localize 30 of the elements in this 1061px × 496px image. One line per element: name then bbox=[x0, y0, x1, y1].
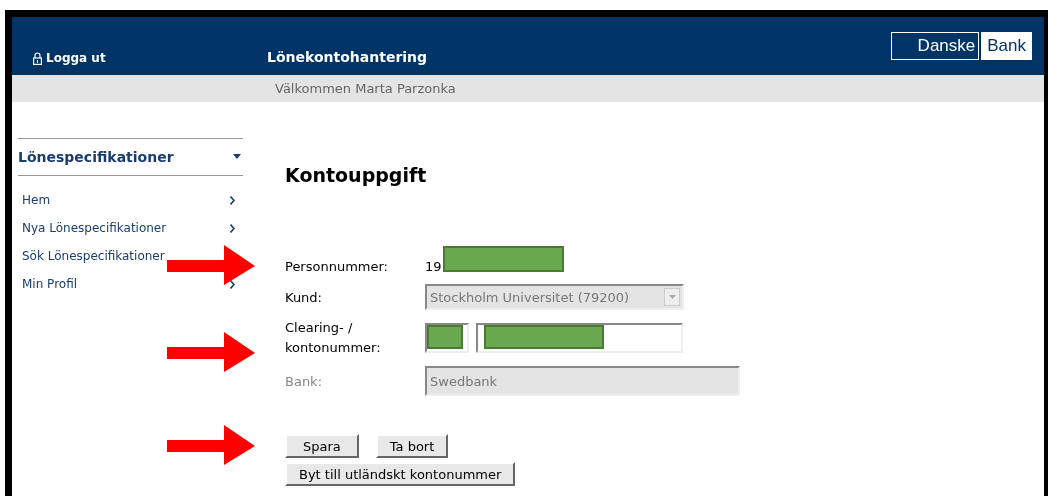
action-button[interactable]: Ta bort bbox=[375, 434, 449, 458]
bank-logo: Danske Bank bbox=[890, 32, 1032, 60]
action-button[interactable]: Byt till utländskt kontonummer bbox=[285, 462, 516, 486]
field-label: Bank: bbox=[285, 373, 324, 389]
sidebar-item[interactable]: Hem bbox=[22, 193, 51, 207]
welcome-text: Välkommen Marta Parzonka bbox=[275, 81, 456, 96]
logout-link[interactable]: Logga ut bbox=[46, 51, 106, 65]
action-button[interactable]: Spara bbox=[285, 434, 359, 458]
arrow-icon bbox=[167, 245, 255, 285]
redaction-box bbox=[427, 325, 463, 349]
clearing-field[interactable] bbox=[425, 323, 469, 353]
chevron-icon bbox=[230, 223, 235, 233]
sidebar-title[interactable]: Lönespecifikationer bbox=[18, 149, 174, 165]
app-title: Lönekontohantering bbox=[267, 49, 428, 65]
field-label: Clearing- / kontonummer: bbox=[285, 319, 382, 357]
sidebar-item[interactable]: Min Profil bbox=[22, 277, 78, 291]
caret-icon[interactable] bbox=[233, 154, 241, 160]
chevron-icon bbox=[230, 279, 235, 289]
arrow-icon bbox=[167, 425, 255, 465]
sidebar-item[interactable]: Sök Lönespecifikationer bbox=[22, 249, 165, 263]
chevron-icon bbox=[230, 195, 235, 205]
arrow-icon bbox=[167, 332, 255, 372]
value-text: 19 bbox=[425, 258, 442, 274]
sidebar-item[interactable]: Nya Lönespecifikationer bbox=[22, 221, 167, 235]
dropdown-arrow-icon bbox=[668, 295, 676, 299]
lock-icon bbox=[33, 52, 42, 65]
page-heading: Kontouppgift bbox=[285, 164, 428, 186]
field-label: Personnummer: bbox=[285, 258, 389, 274]
account-field[interactable] bbox=[476, 323, 683, 353]
field-label: Kund: bbox=[285, 289, 323, 305]
